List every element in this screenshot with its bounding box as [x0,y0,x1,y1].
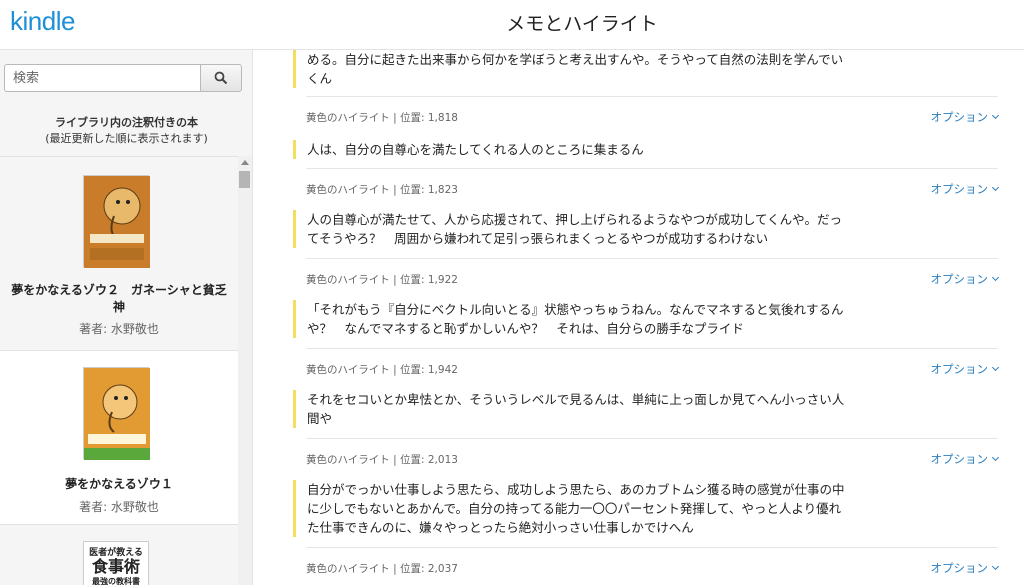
scroll-thumb[interactable] [239,171,250,188]
highlight-meta: 黄色のハイライト | 位置: 1,922 [306,274,458,286]
sidebar: ライブラリ内の注釈付きの本 (最近更新した順に表示されます) 夢をかなえるゾウ２… [0,50,253,585]
book-cover: 医者が教える 食事術 最強の教科書 [83,541,149,585]
library-subheading: (最近更新した順に表示されます) [45,132,208,145]
chevron-down-icon [991,562,1000,571]
book-title: 夢をかなえるゾウ１ [65,477,173,491]
book-cover [83,367,150,460]
chevron-down-icon [991,273,1000,282]
chevron-down-icon [991,111,1000,120]
highlight-text: 「それがもう『自分にベクトル向いとる』状態やっちゅうねん。なんでマネすると気後れ… [293,300,853,338]
options-label: オプション [930,272,989,286]
cover-label-main: 食事術 [91,557,140,576]
highlight-meta: 黄色のハイライト | 位置: 1,823 [306,184,458,196]
search-button[interactable] [200,64,242,92]
search-input[interactable] [4,64,200,92]
highlight-text: 自分がでっかい仕事しよう思たら、成功しよう思たら、あのカブトムシ獲る時の感覚が仕… [293,480,853,537]
options-label: オプション [930,110,989,124]
highlight-text: 人の自尊心が満たせて、人から応援されて、押し上げられるようなやつが成功してくんや… [293,210,853,248]
options-label: オプション [930,561,989,575]
chevron-down-icon [991,183,1000,192]
scroll-up-arrow-icon[interactable] [241,160,249,165]
cover-label-sub: 最強の教科書 [92,577,140,585]
book-list: 夢をかなえるゾウ２ ガネーシャと貧乏 神 著者: 水野敬也 夢をかなえるゾウ１ … [0,156,238,585]
highlight-meta: 黄色のハイライト | 位置: 2,037 [306,563,458,575]
book-item[interactable]: 夢をかなえるゾウ２ ガネーシャと貧乏 神 著者: 水野敬也 [0,156,238,350]
divider [306,438,998,439]
options-label: オプション [930,182,989,196]
options-dropdown[interactable]: オプション [930,181,1000,197]
divider [306,168,998,169]
options-dropdown[interactable]: オプション [930,109,1000,125]
ganesha-cover-art [84,368,150,460]
options-dropdown[interactable]: オプション [930,361,1000,377]
highlight-text: 人は、自分の自尊心を満たしてくれる人のところに集まるん [293,140,853,159]
chevron-down-icon [991,453,1000,462]
book-author: 著者: 水野敬也 [79,500,159,514]
book-author: 著者: 水野敬也 [79,322,159,336]
options-label: オプション [930,362,989,376]
divider [306,96,998,97]
divider [306,258,998,259]
highlight-meta: 黄色のハイライト | 位置: 1,942 [306,364,458,376]
book-cover [83,175,150,268]
ganesha-cover-art [84,176,150,268]
sidebar-scrollbar[interactable] [238,156,252,585]
options-dropdown[interactable]: オプション [930,271,1000,287]
library-heading: ライブラリ内の注釈付きの本 [55,116,198,129]
highlight-meta: 黄色のハイライト | 位置: 1,818 [306,112,458,124]
book-item-selected[interactable]: 夢をかなえるゾウ１ 著者: 水野敬也 [0,350,238,524]
options-label: オプション [930,452,989,466]
highlight-text: それをセコいとか卑怯とか、そういうレベルで見るんは、単純に上っ面しか見てへん小っ… [293,390,853,428]
page-title: メモとハイライト [506,13,658,35]
options-dropdown[interactable]: オプション [930,451,1000,467]
top-bar: kindle メモとハイライト [0,0,1024,50]
highlight-text: める。自分に起きた出来事から何かを学ぼうと考え出すんや。そうやって自然の法則を学… [293,50,853,88]
highlight-meta: 黄色のハイライト | 位置: 2,013 [306,454,458,466]
search-icon [214,71,228,85]
book-title-continued: 神 [112,300,125,314]
divider [306,348,998,349]
book-item[interactable]: 医者が教える 食事術 最強の教科書 [0,524,238,585]
divider [306,547,998,548]
search-bar [4,64,242,92]
chevron-down-icon [991,363,1000,372]
highlights-panel: める。自分に起きた出来事から何かを学ぼうと考え出すんや。そうやって自然の法則を学… [253,50,1024,585]
options-dropdown[interactable]: オプション [930,560,1000,576]
book-title: 夢をかなえるゾウ２ ガネーシャと貧乏 [11,283,227,297]
